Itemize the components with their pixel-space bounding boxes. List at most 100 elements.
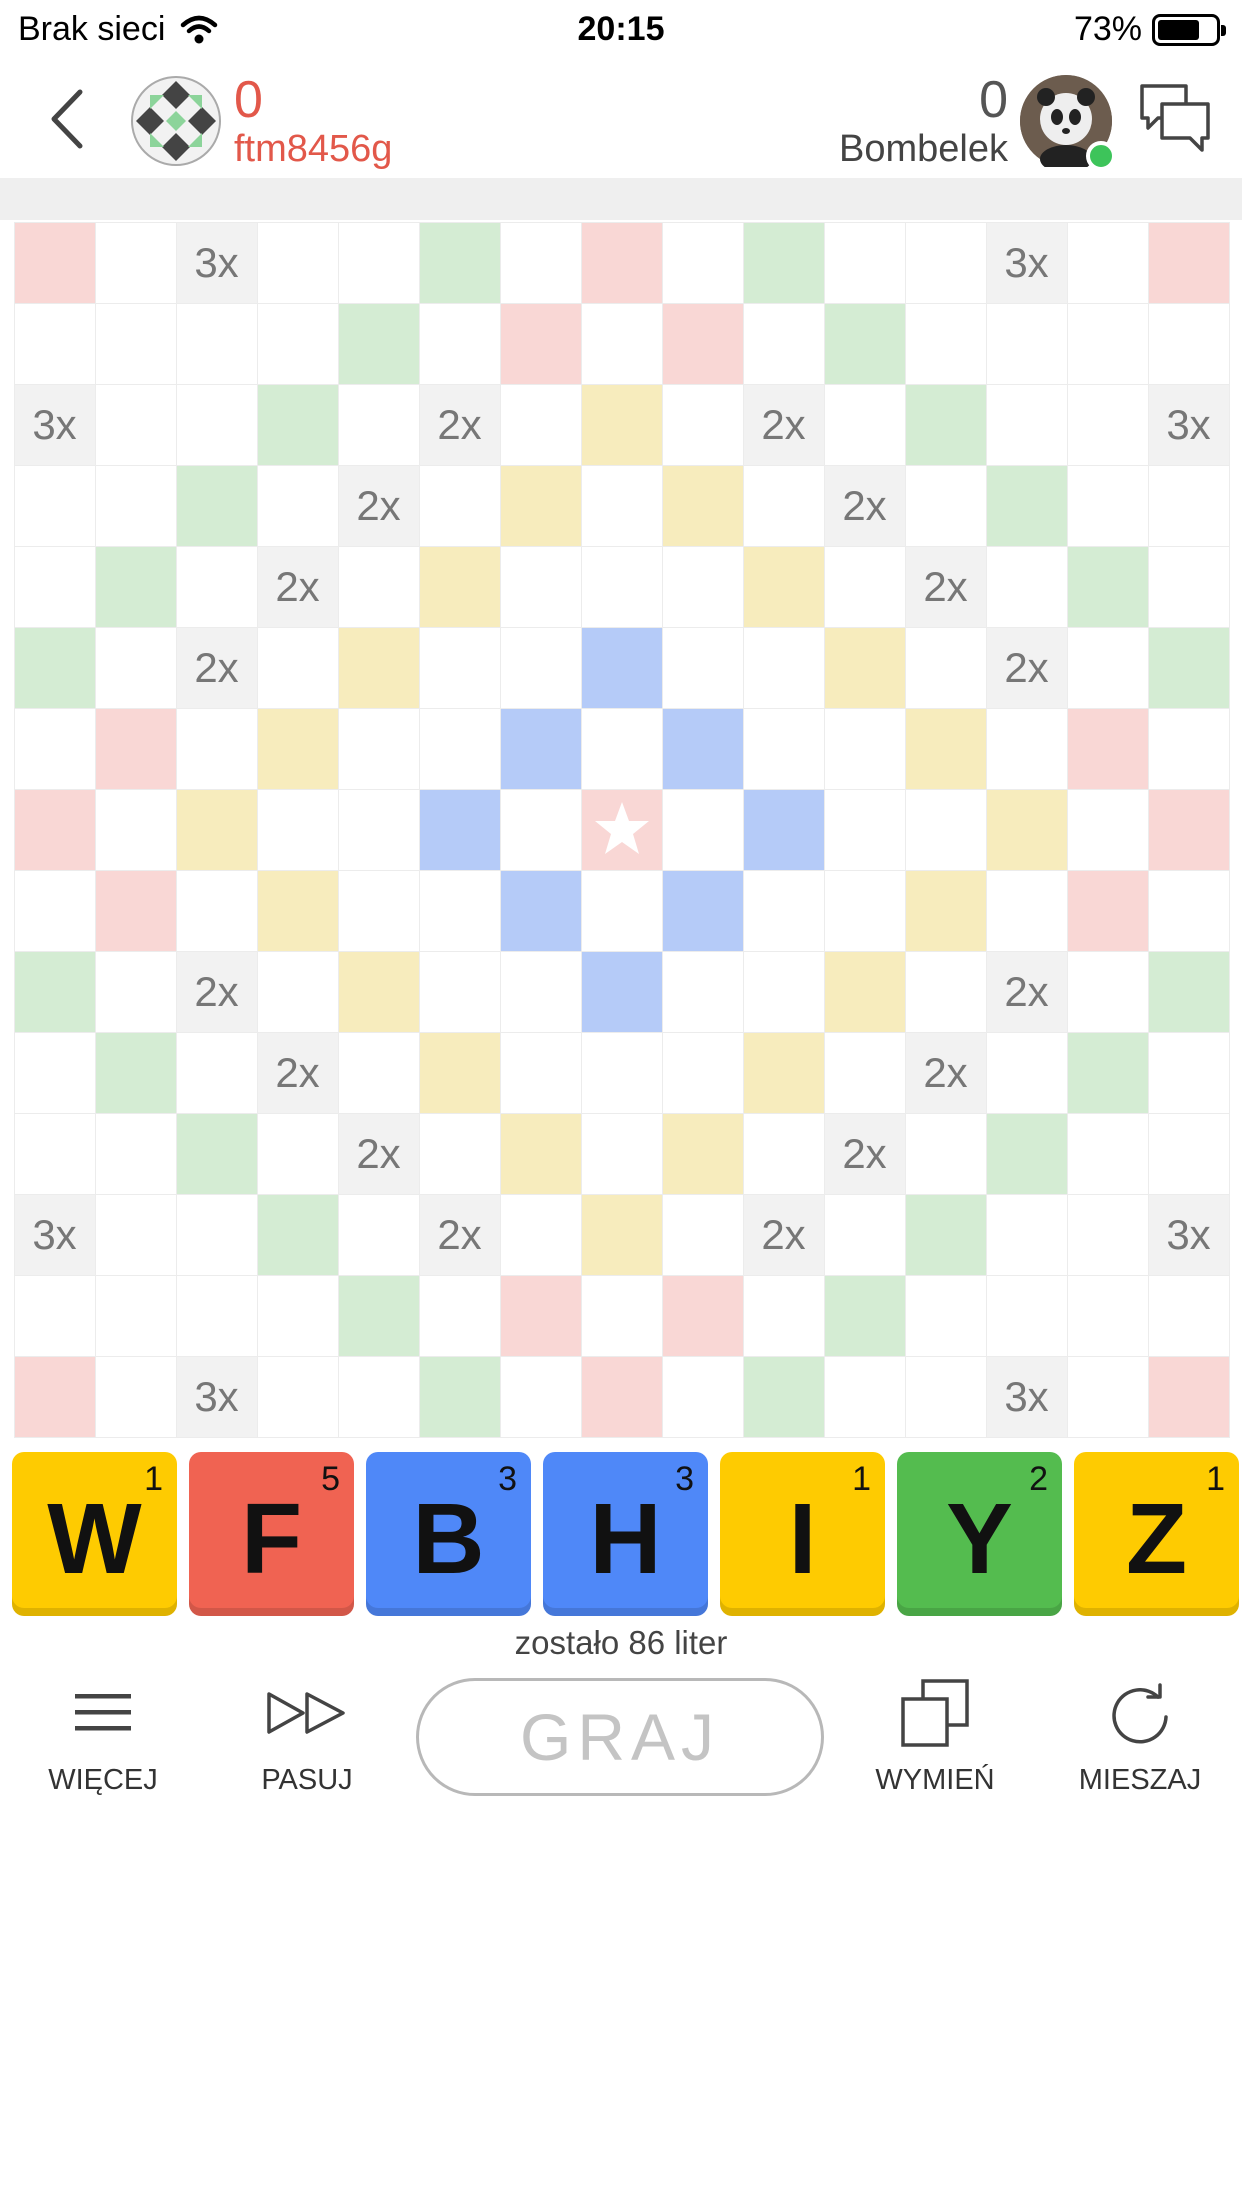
board-cell[interactable]	[499, 383, 582, 466]
board-cell[interactable]	[580, 1355, 663, 1438]
board-cell[interactable]	[904, 626, 987, 709]
board-cell[interactable]	[580, 1193, 663, 1276]
board-cell[interactable]	[823, 545, 906, 628]
letter-tile[interactable]: Y2	[897, 1452, 1062, 1616]
board-cell[interactable]	[661, 1112, 744, 1195]
board-cell[interactable]	[175, 383, 258, 466]
board-cell[interactable]: 3x	[175, 221, 258, 304]
board-cell[interactable]	[499, 221, 582, 304]
board-cell[interactable]	[499, 545, 582, 628]
letter-tile[interactable]: Z1	[1074, 1452, 1239, 1616]
board-cell[interactable]	[904, 302, 987, 385]
board-cell[interactable]	[580, 545, 663, 628]
board-cell[interactable]	[742, 1355, 825, 1438]
board-cell[interactable]	[661, 1193, 744, 1276]
board-cell[interactable]	[1066, 221, 1149, 304]
board-cell[interactable]	[823, 869, 906, 952]
board-cell[interactable]	[256, 302, 339, 385]
board-cell[interactable]	[1147, 1031, 1230, 1114]
board-cell[interactable]	[418, 545, 501, 628]
letter-tile[interactable]: F5	[189, 1452, 354, 1616]
board-cell[interactable]	[256, 1112, 339, 1195]
board-cell[interactable]: 2x	[337, 464, 420, 547]
board-cell[interactable]	[1066, 383, 1149, 466]
board-cell[interactable]	[661, 869, 744, 952]
board-cell[interactable]	[823, 1193, 906, 1276]
board-cell[interactable]	[175, 464, 258, 547]
board-cell[interactable]	[337, 1193, 420, 1276]
board-cell[interactable]	[985, 464, 1068, 547]
board-cell[interactable]: 3x	[13, 1193, 96, 1276]
board-cell[interactable]	[823, 788, 906, 871]
board-cell[interactable]	[13, 1355, 96, 1438]
board-cell[interactable]: 2x	[823, 464, 906, 547]
board-cell[interactable]	[337, 626, 420, 709]
board-cell[interactable]	[94, 545, 177, 628]
board-cell[interactable]	[418, 464, 501, 547]
board-cell[interactable]	[418, 1355, 501, 1438]
board-cell[interactable]	[1066, 464, 1149, 547]
board-cell[interactable]	[742, 464, 825, 547]
board-cell[interactable]	[418, 1112, 501, 1195]
board-cell[interactable]	[1066, 545, 1149, 628]
board-cell[interactable]	[499, 950, 582, 1033]
board-cell[interactable]	[175, 788, 258, 871]
board-cell[interactable]	[13, 1031, 96, 1114]
board-cell[interactable]	[1147, 1355, 1230, 1438]
board-cell[interactable]	[580, 221, 663, 304]
board-cell[interactable]	[904, 1355, 987, 1438]
board-cell[interactable]	[94, 707, 177, 790]
board-cell[interactable]	[175, 1193, 258, 1276]
board-cell[interactable]	[94, 1355, 177, 1438]
board-cell[interactable]: 2x	[985, 626, 1068, 709]
letter-tile[interactable]: W1	[12, 1452, 177, 1616]
board-cell[interactable]	[1147, 950, 1230, 1033]
board-cell[interactable]	[13, 1274, 96, 1357]
exchange-button[interactable]: WYMIEŃ	[850, 1676, 1020, 1797]
board-cell[interactable]	[661, 1031, 744, 1114]
board-cell[interactable]	[175, 1031, 258, 1114]
board-cell[interactable]	[1066, 1355, 1149, 1438]
board-cell[interactable]	[742, 221, 825, 304]
board-cell[interactable]	[256, 788, 339, 871]
board-cell[interactable]	[742, 302, 825, 385]
board-cell[interactable]	[337, 1274, 420, 1357]
tile-rack[interactable]: W1F5B3H3I1Y2Z1	[12, 1452, 1240, 1616]
board-cell[interactable]	[823, 707, 906, 790]
board-cell[interactable]	[499, 1112, 582, 1195]
board-cell[interactable]	[985, 869, 1068, 952]
board-cell[interactable]: 2x	[904, 1031, 987, 1114]
board-cell[interactable]	[661, 950, 744, 1033]
letter-tile[interactable]: H3	[543, 1452, 708, 1616]
board-cell[interactable]	[499, 707, 582, 790]
board-cell[interactable]	[823, 626, 906, 709]
center-star-cell[interactable]	[580, 788, 663, 871]
board-cell[interactable]	[418, 1031, 501, 1114]
board-cell[interactable]	[904, 464, 987, 547]
board-cell[interactable]	[580, 869, 663, 952]
board-cell[interactable]	[1147, 221, 1230, 304]
board-cell[interactable]	[256, 1274, 339, 1357]
board-cell[interactable]	[94, 464, 177, 547]
board-cell[interactable]	[823, 383, 906, 466]
board-cell[interactable]	[418, 950, 501, 1033]
board-cell[interactable]	[418, 788, 501, 871]
board-cell[interactable]	[904, 1274, 987, 1357]
board-cell[interactable]	[742, 788, 825, 871]
board-cell[interactable]	[499, 788, 582, 871]
board-cell[interactable]: 2x	[823, 1112, 906, 1195]
board-cell[interactable]	[256, 1355, 339, 1438]
board-cell[interactable]: 2x	[742, 1193, 825, 1276]
board-cell[interactable]	[1147, 869, 1230, 952]
board-cell[interactable]	[94, 1193, 177, 1276]
board-cell[interactable]	[823, 1274, 906, 1357]
board-cell[interactable]	[499, 302, 582, 385]
board-cell[interactable]	[94, 626, 177, 709]
board-cell[interactable]: 2x	[904, 545, 987, 628]
board-cell[interactable]	[823, 302, 906, 385]
board-cell[interactable]	[742, 707, 825, 790]
board-cell[interactable]	[418, 302, 501, 385]
board-cell[interactable]	[904, 383, 987, 466]
board-cell[interactable]	[1147, 1112, 1230, 1195]
board-cell[interactable]	[1147, 788, 1230, 871]
